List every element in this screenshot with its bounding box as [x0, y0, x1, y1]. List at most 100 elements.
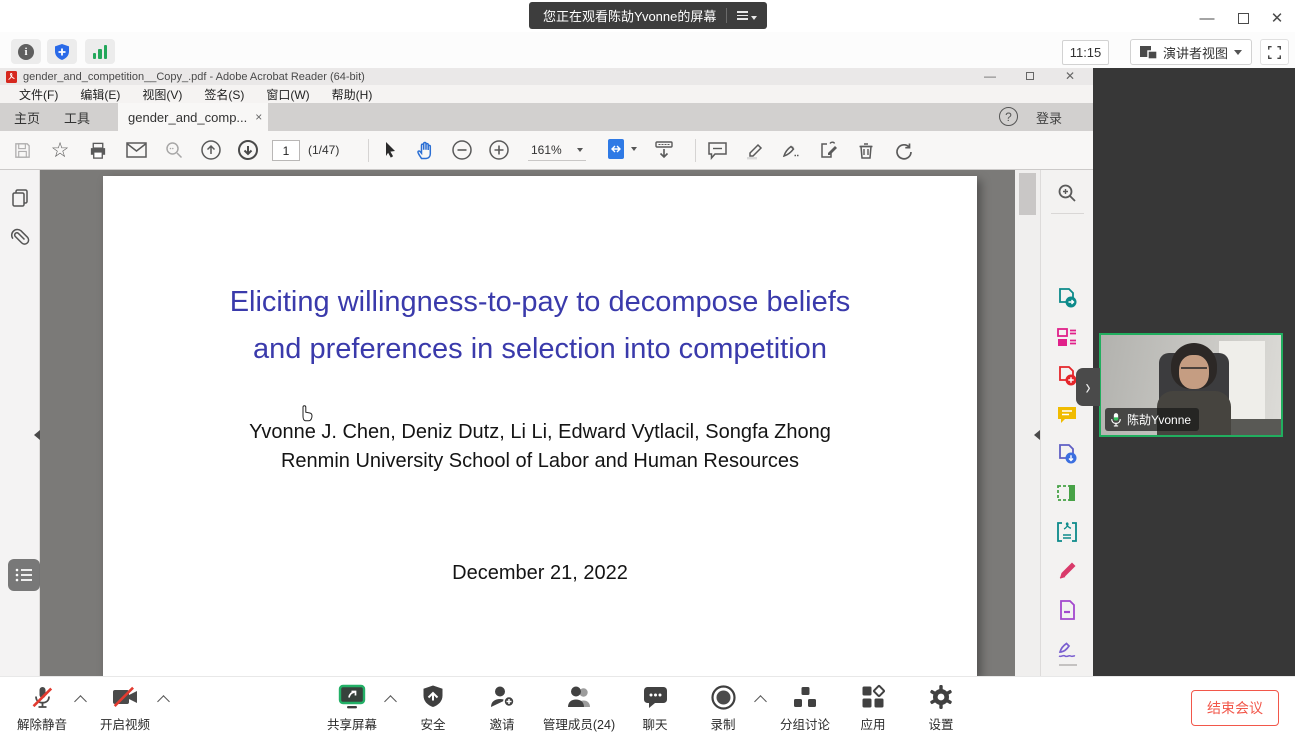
right-panel-collapse-icon[interactable]	[1034, 430, 1040, 440]
edit-pdf-icon[interactable]	[1056, 482, 1078, 504]
participant-glasses	[1181, 367, 1207, 374]
acrobat-tools-sidebar	[1040, 170, 1093, 676]
email-icon[interactable]	[122, 137, 150, 163]
shield-plus-icon	[53, 43, 71, 61]
delete-icon[interactable]	[852, 137, 880, 163]
menu-edit[interactable]: 编辑(E)	[69, 86, 131, 103]
meeting-security-button[interactable]	[47, 39, 77, 64]
combine-files-icon[interactable]	[1056, 443, 1078, 465]
export-pdf-icon[interactable]	[1056, 287, 1078, 309]
participant-name: 陈劼Yvonne	[1127, 411, 1191, 428]
participant-video-tile[interactable]: 陈劼Yvonne	[1099, 333, 1283, 437]
acrobat-restore-button[interactable]	[1015, 68, 1045, 84]
apps-label: 应用	[860, 714, 885, 733]
settings-button[interactable]: 设置	[899, 683, 983, 733]
meeting-bottom-bar: 解除静音 开启视频 共享屏幕 安全 邀请 管理成员(24) 聊天	[0, 676, 1295, 737]
redact-icon[interactable]	[1056, 599, 1078, 621]
save-icon[interactable]	[8, 137, 36, 163]
page-thumbnails-icon[interactable]	[10, 188, 30, 208]
end-meeting-button[interactable]: 结束会议	[1191, 690, 1279, 726]
meeting-timer: 11:15	[1062, 40, 1109, 65]
chevron-down-icon	[577, 148, 583, 152]
record-button[interactable]: 录制	[681, 683, 765, 733]
chevron-right-icon: ›	[1086, 375, 1091, 399]
sign-icon[interactable]	[777, 137, 805, 163]
search-icon[interactable]	[160, 137, 188, 163]
comment-icon[interactable]	[703, 137, 731, 163]
share-screen-button[interactable]: 共享屏幕	[310, 683, 394, 733]
attachments-icon[interactable]	[10, 226, 30, 246]
acrobat-menubar: 文件(F) 编辑(E) 视图(V) 签名(S) 窗口(W) 帮助(H)	[0, 85, 1093, 103]
menu-file[interactable]: 文件(F)	[8, 86, 69, 103]
star-icon[interactable]: ☆	[46, 137, 74, 163]
pdf-page[interactable]: Eliciting willingness-to-pay to decompos…	[103, 176, 977, 676]
tab-tools[interactable]: 工具	[64, 103, 90, 131]
invite-label: 邀请	[489, 714, 514, 733]
window-close-button[interactable]: ✕	[1266, 8, 1288, 28]
record-circle-icon	[710, 683, 737, 711]
slide-authors-line: Yvonne J. Chen, Deniz Dutz, Li Li, Edwar…	[103, 418, 977, 447]
unmute-label: 解除静音	[17, 714, 67, 733]
tab-home[interactable]: 主页	[14, 103, 40, 131]
unmute-button[interactable]: 解除静音	[0, 683, 84, 733]
refresh-icon[interactable]	[889, 137, 917, 163]
page-down-icon[interactable]	[234, 137, 262, 163]
compress-pdf-icon[interactable]	[1056, 521, 1078, 543]
menu-help[interactable]: 帮助(H)	[321, 86, 384, 103]
slide-date: December 21, 2022	[103, 562, 977, 585]
search-tools-icon[interactable]	[1056, 182, 1078, 204]
print-icon[interactable]	[84, 137, 112, 163]
zoom-level-dropdown[interactable]: 161%	[528, 140, 586, 161]
share-screen-icon	[337, 683, 367, 711]
start-video-label: 开启视频	[100, 714, 150, 733]
camera-off-icon	[111, 683, 139, 711]
tab-document[interactable]: gender_and_comp... ×	[118, 103, 268, 131]
menu-view[interactable]: 视图(V)	[131, 86, 193, 103]
window-maximize-button[interactable]	[1232, 8, 1254, 28]
page-up-icon[interactable]	[197, 137, 225, 163]
page-fit-icon	[606, 137, 626, 161]
login-button[interactable]: 登录	[1036, 108, 1062, 127]
tab-close-icon[interactable]: ×	[255, 110, 262, 124]
pdf-scrollbar-thumb[interactable]	[1019, 173, 1036, 215]
zoom-out-icon[interactable]	[448, 137, 476, 163]
acrobat-close-button[interactable]: ✕	[1055, 68, 1085, 84]
invite-button[interactable]: 邀请	[460, 683, 544, 733]
start-video-button[interactable]: 开启视频	[83, 683, 167, 733]
select-tool-icon[interactable]	[376, 137, 404, 163]
sidebar-scroll-hint	[1059, 664, 1077, 666]
slide-title-line1: Eliciting willingness-to-pay to decompos…	[103, 279, 977, 326]
pdf-scrollbar[interactable]	[1015, 170, 1040, 676]
help-button[interactable]: ?	[999, 107, 1018, 126]
menu-window[interactable]: 窗口(W)	[255, 86, 320, 103]
view-mode-button[interactable]: 演讲者视图	[1130, 39, 1252, 65]
banner-menu-icon[interactable]	[737, 11, 757, 20]
fill-sign-icon[interactable]	[815, 137, 843, 163]
page-number-input[interactable]: 1	[272, 140, 300, 161]
list-icon	[15, 568, 33, 582]
manage-members-button[interactable]: 管理成员(24)	[533, 683, 625, 733]
video-panel-toggle[interactable]: ›	[1076, 368, 1100, 406]
meeting-info-button[interactable]: i	[11, 39, 41, 64]
zoom-in-icon[interactable]	[485, 137, 513, 163]
screen-share-banner: 您正在观看陈劼Yvonne的屏幕	[529, 2, 767, 29]
window-minimize-button[interactable]: —	[1196, 8, 1218, 28]
floating-list-button[interactable]	[8, 559, 40, 591]
acrobat-minimize-button[interactable]: —	[975, 68, 1005, 84]
hide-toolbar-icon[interactable]	[650, 137, 678, 163]
mic-muted-icon	[29, 683, 56, 711]
banner-divider	[726, 8, 727, 23]
highlight-icon[interactable]	[740, 137, 768, 163]
apps-grid-icon	[860, 683, 886, 711]
create-pdf-icon[interactable]	[1056, 365, 1078, 387]
comment-tool-icon[interactable]	[1056, 404, 1078, 426]
page-fit-dropdown[interactable]	[606, 137, 637, 161]
menu-sign[interactable]: 签名(S)	[193, 86, 255, 103]
certificates-icon[interactable]	[1056, 638, 1078, 660]
organize-pages-icon[interactable]	[1056, 326, 1078, 348]
network-quality-button[interactable]	[85, 39, 115, 64]
hand-tool-icon[interactable]	[411, 137, 439, 163]
fill-and-sign-icon[interactable]	[1056, 560, 1078, 582]
members-icon	[565, 683, 593, 711]
fullscreen-button[interactable]	[1260, 39, 1289, 65]
